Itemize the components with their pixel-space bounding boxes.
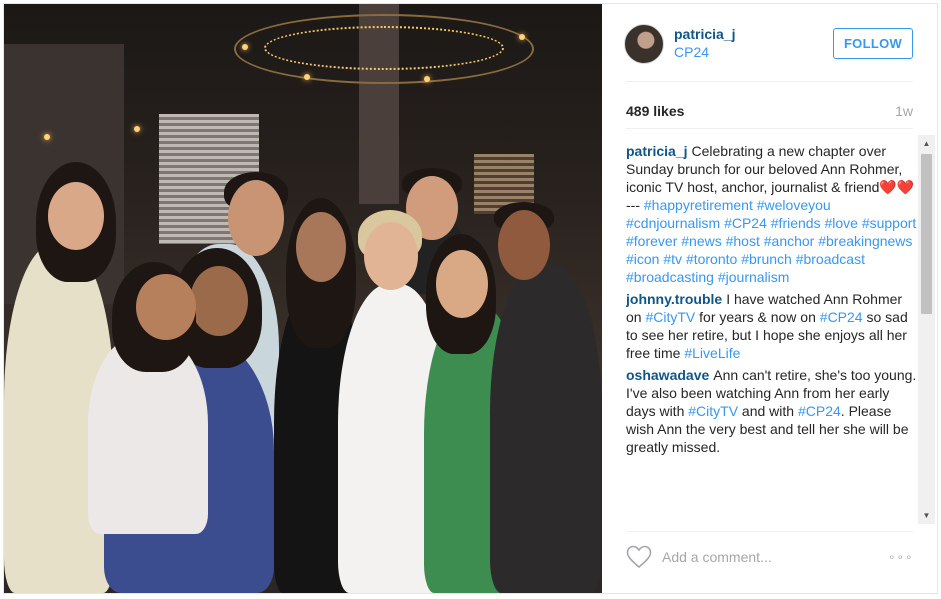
photo-person: [490, 264, 602, 593]
hashtag-link[interactable]: #toronto: [686, 251, 737, 267]
hashtag-link[interactable]: #icon: [626, 251, 659, 267]
hashtag-link[interactable]: #love: [824, 215, 857, 231]
divider: [626, 81, 913, 82]
hashtag-link[interactable]: #cdnjournalism: [626, 215, 720, 231]
hashtag-link[interactable]: #brunch: [741, 251, 792, 267]
hashtag-link[interactable]: #anchor: [764, 233, 815, 249]
photo-person-face: [296, 212, 346, 282]
scroll-down-arrow-icon[interactable]: ▼: [918, 507, 935, 524]
hashtag-link[interactable]: #journalism: [718, 269, 790, 285]
comment-text: and with: [738, 403, 798, 419]
follow-button[interactable]: FOLLOW: [833, 28, 913, 59]
hashtag-link[interactable]: #tv: [663, 251, 682, 267]
hashtag-link[interactable]: #happyretirement: [644, 197, 753, 213]
photo-person-face: [190, 266, 248, 336]
hashtag-link[interactable]: #breakingnews: [818, 233, 912, 249]
divider: [626, 128, 913, 129]
photo-bulb: [519, 34, 525, 40]
location-link[interactable]: CP24: [674, 44, 709, 60]
photo-person-face: [136, 274, 196, 340]
hashtag-link[interactable]: #broadcasting: [626, 269, 714, 285]
avatar[interactable]: [624, 24, 664, 64]
comment-username-link[interactable]: oshawadave: [626, 367, 709, 383]
hashtag-link[interactable]: #broadcast: [796, 251, 865, 267]
photo-chandelier-lights: [264, 26, 504, 70]
photo-bulb: [242, 44, 248, 50]
post-header: patricia_j CP24 FOLLOW: [602, 4, 937, 82]
likes-count[interactable]: 489 likes: [626, 103, 684, 119]
comments-list[interactable]: patricia_j Celebrating a new chapter over…: [626, 138, 920, 524]
photo-bulb: [304, 74, 310, 80]
hashtag-link[interactable]: #CP24: [798, 403, 841, 419]
post-photo[interactable]: [4, 4, 602, 593]
hashtag-link[interactable]: #CityTV: [688, 403, 738, 419]
divider: [626, 531, 913, 532]
hashtag-link[interactable]: #forever: [626, 233, 677, 249]
comment-item: johnny.trouble I have watched Ann Rohmer …: [626, 290, 920, 362]
post-sidebar: patricia_j CP24 FOLLOW 489 likes 1w patr…: [602, 4, 937, 593]
photo-person-face: [498, 210, 550, 280]
heart-icon[interactable]: [626, 545, 652, 569]
photo-bulb: [44, 134, 50, 140]
more-options-icon[interactable]: ∘∘∘: [888, 550, 916, 564]
photo-person-face: [364, 222, 418, 290]
hashtag-link[interactable]: #friends: [771, 215, 821, 231]
hashtag-link[interactable]: #CP24: [724, 215, 767, 231]
photo-bulb: [134, 126, 140, 132]
comment-text: for years & now on: [695, 309, 820, 325]
comment-username-link[interactable]: johnny.trouble: [626, 291, 722, 307]
scroll-up-arrow-icon[interactable]: ▲: [918, 135, 935, 152]
comment-input[interactable]: [662, 546, 872, 568]
comment-item: patricia_j Celebrating a new chapter over…: [626, 142, 920, 286]
hashtag-link[interactable]: #LiveLife: [684, 345, 740, 361]
post-timestamp[interactable]: 1w: [895, 103, 913, 119]
photo-person-face: [436, 250, 488, 318]
hashtag-link[interactable]: #CityTV: [645, 309, 695, 325]
hashtag-link[interactable]: #weloveyou: [757, 197, 831, 213]
photo-person-face: [48, 182, 104, 250]
comment-username-link[interactable]: patricia_j: [626, 143, 687, 159]
author-username-link[interactable]: patricia_j: [674, 26, 735, 42]
photo-person-face: [228, 180, 284, 256]
comment-item: oshawadave Ann can't retire, she's too yo…: [626, 366, 920, 456]
scroll-thumb[interactable]: [921, 154, 932, 314]
hashtag-link[interactable]: #support: [862, 215, 916, 231]
comments-scrollbar[interactable]: ▲ ▼: [918, 135, 935, 524]
hashtag-link[interactable]: #host: [726, 233, 760, 249]
photo-bulb: [424, 76, 430, 82]
hashtag-link[interactable]: #news: [681, 233, 721, 249]
hashtag-link[interactable]: #CP24: [820, 309, 863, 325]
